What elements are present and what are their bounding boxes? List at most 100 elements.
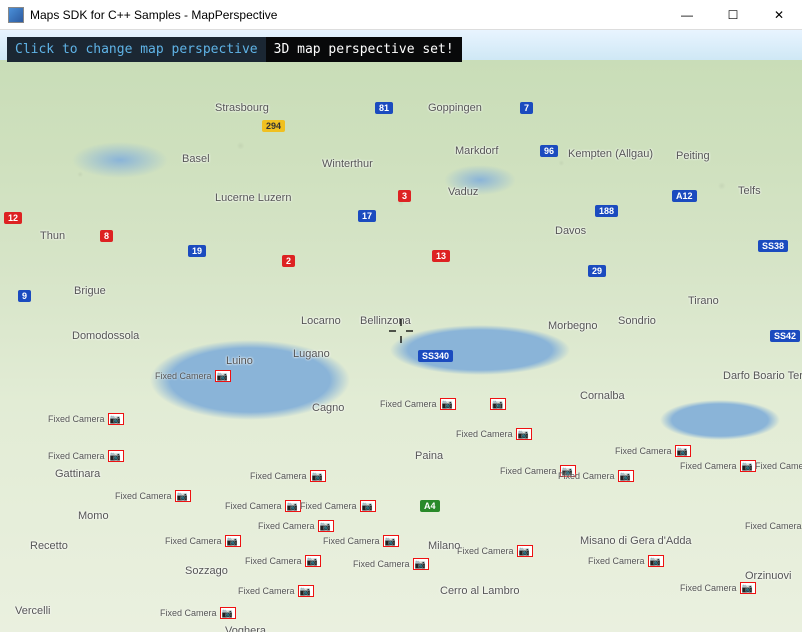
road-shield: 12 xyxy=(4,212,22,224)
road-shield: SS42 xyxy=(770,330,800,342)
camera-label: Fixed Camera xyxy=(245,556,302,566)
road-shield: 188 xyxy=(595,205,618,217)
camera-marker[interactable]: Fixed Camera📷 xyxy=(558,470,634,482)
camera-icon: 📷 xyxy=(305,555,321,567)
camera-icon: 📷 xyxy=(413,558,429,570)
camera-icon: 📷 xyxy=(108,413,124,425)
maximize-button[interactable]: ☐ xyxy=(710,0,756,30)
terrain-layer xyxy=(0,60,802,632)
road-shield: 96 xyxy=(540,145,558,157)
camera-marker[interactable]: Fixed Camera📷 xyxy=(680,582,756,594)
status-overlay: Click to change map perspective 3D map p… xyxy=(7,37,462,62)
road-shield: A12 xyxy=(672,190,697,202)
road-shield: 9 xyxy=(18,290,31,302)
camera-icon: 📷 xyxy=(648,555,664,567)
camera-label: Fixed Camera xyxy=(48,451,105,461)
camera-icon: 📷 xyxy=(383,535,399,547)
camera-label: Fixed Camera xyxy=(300,501,357,511)
camera-icon: 📷 xyxy=(360,500,376,512)
road-shield: SS340 xyxy=(418,350,453,362)
road-shield: 29 xyxy=(588,265,606,277)
camera-label: Fixed Camera xyxy=(165,536,222,546)
camera-label: Fixed Camera xyxy=(588,556,645,566)
road-shield: 13 xyxy=(432,250,450,262)
camera-icon: 📷 xyxy=(675,445,691,457)
camera-label: Fixed Camera xyxy=(500,466,557,476)
camera-marker[interactable]: Fixed Camera📷 xyxy=(48,450,124,462)
road-shield: 3 xyxy=(398,190,411,202)
camera-label: Fixed Camera xyxy=(680,583,737,593)
camera-marker[interactable]: Fixed Camera📷 xyxy=(755,460,802,472)
camera-marker[interactable]: 📷 xyxy=(490,398,506,410)
camera-label: Fixed Camera xyxy=(258,521,315,531)
camera-marker[interactable]: Fixed Camera📷 xyxy=(615,445,691,457)
camera-icon: 📷 xyxy=(310,470,326,482)
camera-icon: 📷 xyxy=(490,398,506,410)
camera-marker[interactable]: Fixed Camera📷 xyxy=(250,470,326,482)
camera-icon: 📷 xyxy=(440,398,456,410)
camera-icon: 📷 xyxy=(225,535,241,547)
road-shield: A4 xyxy=(420,500,440,512)
camera-icon: 📷 xyxy=(740,582,756,594)
camera-label: Fixed Camera xyxy=(615,446,672,456)
camera-marker[interactable]: Fixed Camera📷 xyxy=(588,555,664,567)
camera-icon: 📷 xyxy=(285,500,301,512)
camera-label: Fixed Camera xyxy=(48,414,105,424)
camera-marker[interactable]: Fixed Camera📷 xyxy=(456,428,532,440)
camera-icon: 📷 xyxy=(220,607,236,619)
app-icon xyxy=(8,7,24,23)
camera-marker[interactable]: Fixed Camera📷 xyxy=(300,500,376,512)
camera-marker[interactable]: Fixed Camera📷 xyxy=(457,545,533,557)
camera-marker[interactable]: Fixed Camera📷 xyxy=(380,398,456,410)
camera-marker[interactable]: Fixed Camera📷 xyxy=(160,607,236,619)
camera-label: Fixed Camera xyxy=(457,546,514,556)
camera-marker[interactable]: Fixed Camera📷 xyxy=(258,520,334,532)
map-viewport[interactable]: Click to change map perspective 3D map p… xyxy=(0,30,802,632)
minimize-button[interactable]: — xyxy=(664,0,710,30)
camera-marker[interactable]: Fixed Camera📷 xyxy=(745,520,802,532)
camera-icon: 📷 xyxy=(175,490,191,502)
camera-label: Fixed Camera xyxy=(680,461,737,471)
road-shield: 2 xyxy=(282,255,295,267)
camera-icon: 📷 xyxy=(517,545,533,557)
camera-label: Fixed Camera xyxy=(115,491,172,501)
camera-label: Fixed Camera xyxy=(323,536,380,546)
camera-marker[interactable]: Fixed Camera📷 xyxy=(680,460,756,472)
camera-marker[interactable]: Fixed Camera📷 xyxy=(238,585,314,597)
camera-icon: 📷 xyxy=(215,370,231,382)
camera-label: Fixed Camera xyxy=(160,608,217,618)
camera-marker[interactable]: Fixed Camera📷 xyxy=(48,413,124,425)
camera-marker[interactable]: Fixed Camera📷 xyxy=(115,490,191,502)
camera-label: Fixed Camera xyxy=(755,461,802,471)
titlebar: Maps SDK for C++ Samples - MapPerspectiv… xyxy=(0,0,802,30)
camera-label: Fixed Camera xyxy=(456,429,513,439)
road-shield: 8 xyxy=(100,230,113,242)
road-shield: 19 xyxy=(188,245,206,257)
camera-marker[interactable]: Fixed Camera📷 xyxy=(165,535,241,547)
camera-label: Fixed Camera xyxy=(353,559,410,569)
close-button[interactable]: ✕ xyxy=(756,0,802,30)
road-shield: 81 xyxy=(375,102,393,114)
camera-marker[interactable]: Fixed Camera📷 xyxy=(155,370,231,382)
status-prompt[interactable]: Click to change map perspective xyxy=(7,37,266,62)
window-title: Maps SDK for C++ Samples - MapPerspectiv… xyxy=(30,8,277,22)
camera-marker[interactable]: Fixed Camera📷 xyxy=(245,555,321,567)
camera-label: Fixed Camera xyxy=(745,521,802,531)
camera-label: Fixed Camera xyxy=(558,471,615,481)
camera-icon: 📷 xyxy=(298,585,314,597)
camera-label: Fixed Camera xyxy=(250,471,307,481)
camera-marker[interactable]: Fixed Camera📷 xyxy=(353,558,429,570)
camera-icon: 📷 xyxy=(516,428,532,440)
road-shield: 7 xyxy=(520,102,533,114)
camera-label: Fixed Camera xyxy=(380,399,437,409)
camera-label: Fixed Camera xyxy=(238,586,295,596)
camera-marker[interactable]: Fixed Camera📷 xyxy=(323,535,399,547)
road-shield: SS38 xyxy=(758,240,788,252)
camera-label: Fixed Camera xyxy=(155,371,212,381)
camera-icon: 📷 xyxy=(618,470,634,482)
status-state: 3D map perspective set! xyxy=(266,37,462,62)
camera-marker[interactable]: Fixed Camera📷 xyxy=(225,500,301,512)
camera-icon: 📷 xyxy=(108,450,124,462)
camera-icon: 📷 xyxy=(318,520,334,532)
camera-icon: 📷 xyxy=(740,460,756,472)
